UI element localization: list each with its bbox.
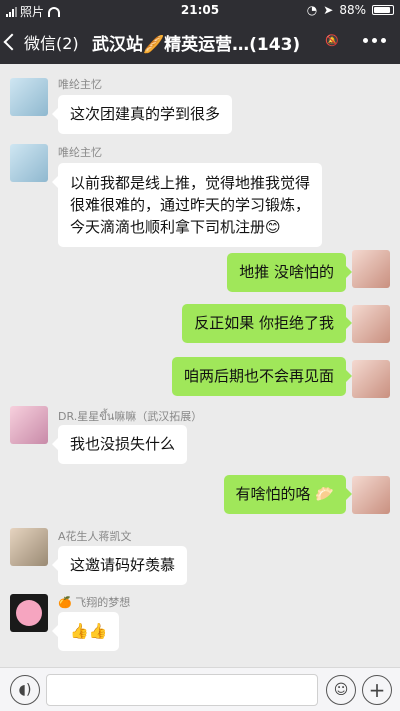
more-button[interactable] (363, 38, 386, 43)
message-bubble[interactable]: 咱两后期也不会再见面 (171, 357, 353, 396)
back-button[interactable]: 微信(2) (3, 30, 79, 54)
avatar[interactable] (352, 250, 390, 288)
message-input[interactable] (46, 674, 318, 706)
message-line: 很难很难的，通过昨天的学习锻炼， (70, 196, 311, 214)
status-bar: 照片 21:05 ◔ ➤ 88% (0, 0, 400, 20)
voice-icon[interactable]: ◖) (10, 675, 40, 705)
message-bubble[interactable]: 我也没损失什么 (51, 425, 188, 464)
avatar[interactable] (10, 406, 48, 444)
avatar[interactable] (10, 78, 48, 116)
message-line: 今天滴滴也顺利拿下司机注册😊 (70, 218, 281, 236)
top-bar: 照片 21:05 ◔ ➤ 88% 微信(2) 武汉站🥖精英运营…(143) 🔕 (0, 0, 400, 64)
avatar[interactable] (10, 528, 48, 566)
chevron-left-icon (3, 33, 21, 51)
avatar[interactable] (10, 144, 48, 182)
message-bubble[interactable]: 这次团建真的学到很多 (51, 95, 233, 134)
nav-bar: 微信(2) 武汉站🥖精英运营…(143) 🔕 (0, 20, 400, 64)
emoji-icon[interactable]: ☺ (326, 675, 356, 705)
sender-name: A花生人蒋凯文 (58, 530, 132, 543)
chat-area[interactable]: 唯纶主忆 这次团建真的学到很多 唯纶主忆 以前我都是线上推，觉得地推我觉得 很难… (0, 64, 400, 667)
input-bar: ◖) ☺ + (0, 667, 400, 711)
avatar[interactable] (352, 305, 390, 343)
plus-icon[interactable]: + (362, 675, 392, 705)
message-bubble[interactable]: 这邀请码好羡慕 (51, 546, 188, 585)
mute-icon: 🔕 (325, 34, 339, 47)
message-bubble[interactable]: 👍👍 (51, 612, 120, 651)
message-bubble[interactable]: 以前我都是线上推，觉得地推我觉得 很难很难的，通过昨天的学习锻炼， 今天滴滴也顺… (51, 163, 323, 247)
sender-name: 🍊 飞翔的梦想 (58, 596, 131, 609)
location-icon: ➤ (323, 3, 334, 17)
avatar[interactable] (352, 360, 390, 398)
message-line: 以前我都是线上推，觉得地推我觉得 (70, 174, 311, 192)
message-bubble[interactable]: 地推 没啥怕的 (227, 253, 352, 292)
battery-icon (372, 5, 394, 15)
avatar[interactable] (10, 594, 48, 632)
avatar[interactable] (352, 476, 390, 514)
chat-title: 武汉站🥖精英运营…(143) (92, 35, 301, 55)
message-bubble[interactable]: 有啥怕的咯 🥟 (223, 475, 353, 514)
lock-rotation-icon: ◔ (306, 3, 318, 17)
back-label: 微信(2) (24, 34, 79, 53)
sender-name: 唯纶主忆 (58, 78, 102, 91)
sender-name: 唯纶主忆 (58, 146, 102, 159)
sender-name: DR.星星ขึ้น嘛嘛（武汉拓展） (58, 410, 203, 423)
message-bubble[interactable]: 反正如果 你拒绝了我 (182, 304, 352, 343)
battery-percent: 88% (339, 3, 366, 17)
